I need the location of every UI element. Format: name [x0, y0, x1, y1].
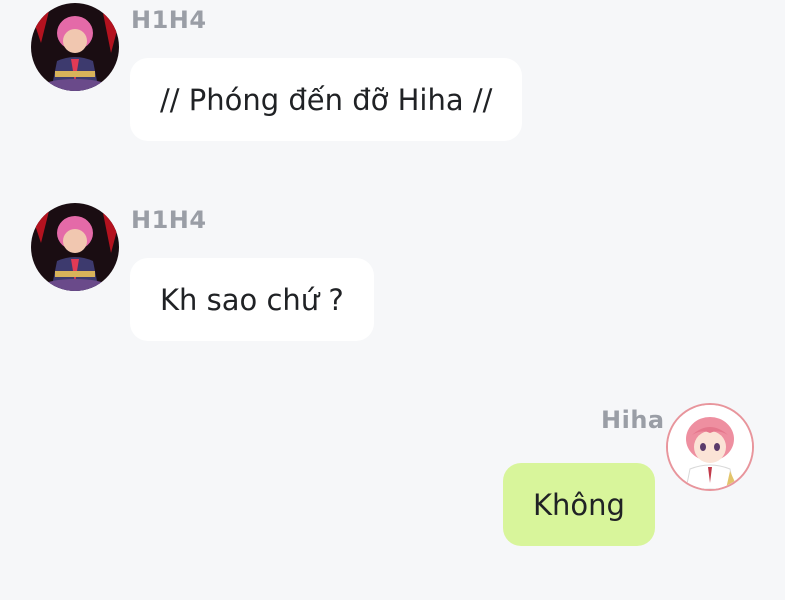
avatar-hiha[interactable]: [666, 403, 754, 491]
sender-name: Hiha: [601, 406, 665, 434]
message-bubble-incoming[interactable]: Kh sao chứ ?: [130, 258, 374, 341]
avatar-h1h4[interactable]: [31, 203, 119, 291]
message-text: Không: [533, 487, 625, 522]
anime-boy-red-avatar-icon: [31, 3, 119, 91]
sender-name: H1H4: [131, 206, 207, 234]
sender-name: H1H4: [131, 6, 207, 34]
anime-pink-hair-avatar-icon: [668, 405, 752, 489]
avatar-h1h4[interactable]: [31, 3, 119, 91]
message-bubble-incoming[interactable]: // Phóng đến đỡ Hiha //: [130, 58, 523, 141]
chat-view: H1H4 // Phóng đến đỡ Hiha // H1H4 Kh sao…: [0, 0, 785, 600]
message-text: // Phóng đến đỡ Hiha //: [160, 82, 493, 117]
message-text: Kh sao chứ ?: [160, 282, 344, 317]
message-bubble-outgoing[interactable]: Không: [503, 463, 655, 546]
anime-boy-red-avatar-icon: [31, 203, 119, 291]
